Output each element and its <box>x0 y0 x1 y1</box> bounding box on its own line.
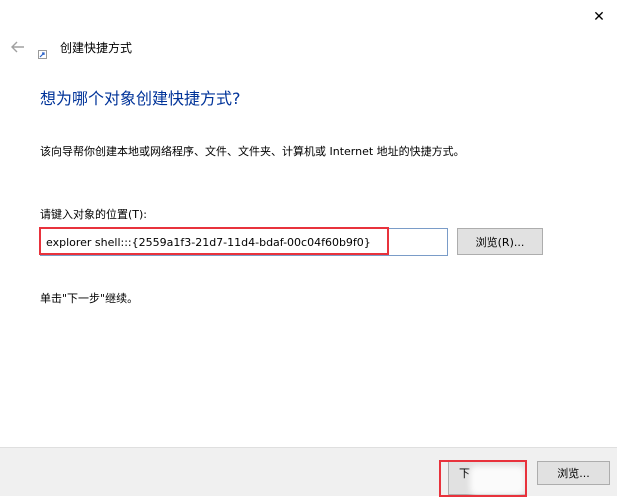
cancel-button[interactable]: 浏览... <box>537 461 610 485</box>
shortcut-wizard-icon <box>38 44 47 59</box>
continue-hint: 单击"下一步"继续。 <box>40 292 139 305</box>
close-button[interactable]: ✕ <box>585 6 613 28</box>
back-arrow-icon <box>11 41 24 53</box>
location-input[interactable] <box>40 228 448 256</box>
wizard-title: 创建快捷方式 <box>60 41 133 55</box>
back-button[interactable] <box>9 39 27 55</box>
page-heading: 想为哪个对象创建快捷方式? <box>40 89 241 108</box>
wizard-description: 该向导帮你创建本地或网络程序、文件、文件夹、计算机或 Internet 地址的快… <box>40 145 465 158</box>
location-label: 请键入对象的位置(T): <box>40 208 148 221</box>
close-icon: ✕ <box>593 9 605 25</box>
browse-button[interactable]: 浏览(R)... <box>457 228 543 255</box>
next-button[interactable]: 下 <box>448 461 526 495</box>
